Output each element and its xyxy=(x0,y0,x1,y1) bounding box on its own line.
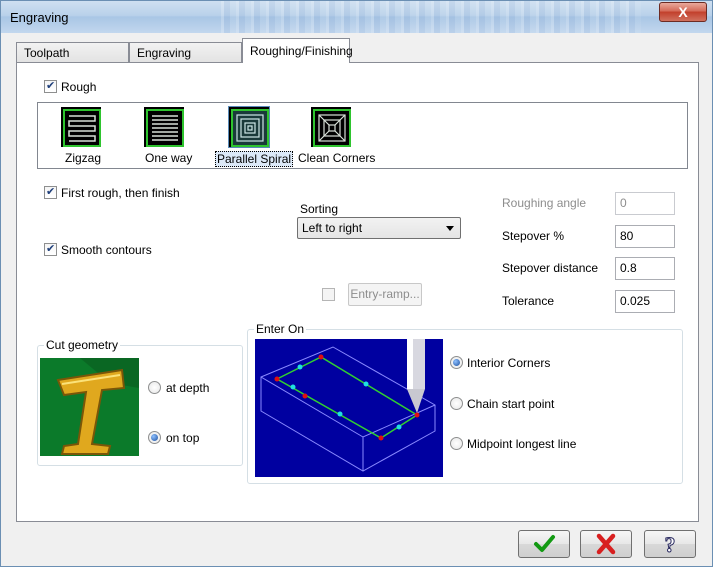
title-bar-decoration xyxy=(221,1,641,33)
dialog-client-area: Toolpath parameters Engraving parameters… xyxy=(9,33,706,560)
entry-ramp-checkbox[interactable] xyxy=(322,288,335,301)
ok-button[interactable] xyxy=(518,530,570,558)
stepover-percent-field[interactable]: 80 xyxy=(615,225,675,248)
smooth-contours-checkbox[interactable] xyxy=(44,242,57,256)
window-title: Engraving xyxy=(10,10,69,25)
roughing-angle-label: Roughing angle xyxy=(502,196,587,210)
roughing-angle-field[interactable]: 0 xyxy=(615,192,675,215)
parallel-spiral-label[interactable]: Parallel Spiral xyxy=(215,151,294,167)
one-way-pattern-icon[interactable] xyxy=(144,107,184,147)
stepover-distance-label: Stepover distance xyxy=(502,261,599,275)
enter-on-title: Enter On xyxy=(254,322,307,336)
interior-corners-radio[interactable] xyxy=(450,356,463,369)
tab-engraving-parameters[interactable]: Engraving parameters xyxy=(129,42,242,74)
interior-corners-label: Interior Corners xyxy=(467,356,551,370)
clean-corners-label[interactable]: Clean Corners xyxy=(298,151,375,165)
first-rough-then-finish-checkbox[interactable] xyxy=(44,185,57,199)
on-top-label: on top xyxy=(166,431,200,445)
svg-text:?: ? xyxy=(665,532,676,557)
red-x-icon xyxy=(596,533,616,555)
close-button[interactable]: X xyxy=(659,2,707,22)
sorting-dropdown[interactable]: Left to right xyxy=(297,217,461,239)
at-depth-radio[interactable] xyxy=(148,381,161,394)
first-rough-then-finish-label: First rough, then finish xyxy=(61,186,180,200)
cut-geometry-title: Cut geometry xyxy=(44,338,121,352)
midpoint-longest-line-label: Midpoint longest line xyxy=(467,437,577,451)
rough-label: Rough xyxy=(61,80,97,94)
on-top-radio[interactable] xyxy=(148,431,161,444)
checkmark-icon xyxy=(534,535,555,552)
cut-geometry-group: Cut geometry T at depth on top xyxy=(37,338,243,466)
one-way-label[interactable]: One way xyxy=(145,151,192,165)
zigzag-label[interactable]: Zigzag xyxy=(65,151,101,165)
clean-corners-pattern-icon[interactable] xyxy=(311,107,351,147)
stepover-percent-label: Stepover % xyxy=(502,229,565,243)
sorting-label: Sorting xyxy=(300,202,339,216)
tab-toolpath-parameters[interactable]: Toolpath parameters xyxy=(16,42,129,74)
engraving-dialog: Engraving X Toolpath parameters Engravin… xyxy=(0,0,713,567)
midpoint-longest-line-radio[interactable] xyxy=(450,437,463,450)
chain-start-point-label: Chain start point xyxy=(467,397,555,411)
tab-roughing-finishing[interactable]: Roughing/Finishing xyxy=(242,38,353,63)
at-depth-label: at depth xyxy=(166,381,210,395)
enter-on-group: Enter On Interior Corners Chain start po… xyxy=(247,322,683,484)
zigzag-pattern-icon[interactable] xyxy=(61,107,101,147)
help-icon: ? xyxy=(664,532,676,558)
chevron-down-icon xyxy=(446,226,454,231)
roughing-finishing-panel: Rough Zigzag One way xyxy=(16,62,699,522)
sorting-value: Left to right xyxy=(302,221,363,235)
cut-geometry-preview-image: T xyxy=(40,358,139,456)
enter-on-preview-image xyxy=(255,339,443,477)
rough-style-selector: Zigzag One way Parallel Spiral Clean Cor… xyxy=(37,102,688,169)
tolerance-label: Tolerance xyxy=(502,294,555,308)
title-bar: Engraving X xyxy=(1,1,712,33)
entry-ramp-button[interactable]: Entry-ramp... xyxy=(348,283,422,306)
smooth-contours-label: Smooth contours xyxy=(61,243,152,257)
cancel-button[interactable] xyxy=(580,530,632,558)
parallel-spiral-pattern-icon[interactable] xyxy=(229,107,269,147)
rough-checkbox[interactable] xyxy=(44,79,57,93)
tolerance-field[interactable]: 0.025 xyxy=(615,290,675,313)
help-button[interactable]: ? xyxy=(644,530,696,558)
stepover-distance-field[interactable]: 0.8 xyxy=(615,257,675,280)
chain-start-point-radio[interactable] xyxy=(450,397,463,410)
